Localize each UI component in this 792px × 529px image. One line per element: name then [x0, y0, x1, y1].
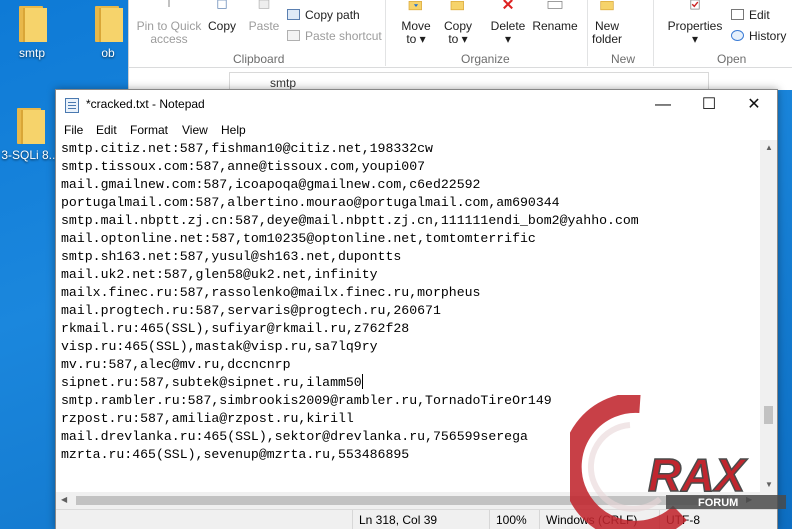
desktop-icon-label: 3-SQLi 8... — [1, 148, 59, 162]
properties-icon — [690, 0, 700, 10]
logo-text: RAX — [648, 449, 747, 501]
copy-path-icon — [287, 9, 300, 20]
copy-button[interactable]: Copy — [203, 0, 241, 33]
copy-icon — [217, 0, 227, 9]
text-line: smtp.mail.nbptt.zj.cn:587,deye@mail.nbpt… — [61, 213, 639, 228]
copy-to-button[interactable]: Copy to ▾ — [437, 1, 479, 46]
notepad-icon — [65, 98, 79, 113]
text-line: smtp.sh163.net:587,yusul@sh163.net,dupon… — [61, 249, 402, 264]
folder-icon — [15, 108, 45, 144]
text-line: mailx.finec.ru:587,rassolenko@mailx.fine… — [61, 285, 481, 300]
pin-quick-access-button[interactable]: Pin to Quick access — [131, 0, 207, 46]
file-explorer-window: Pin to Quick access Copy Paste Copy path… — [128, 0, 792, 92]
delete-button[interactable]: Delete ▾ — [485, 0, 531, 46]
ribbon-separator — [653, 0, 654, 66]
menu-format[interactable]: Format — [130, 123, 168, 137]
desktop-icon-label: ob — [101, 46, 115, 60]
rename-button[interactable]: Rename — [531, 1, 579, 33]
move-to-icon — [408, 1, 422, 11]
zoom-level: 100% — [489, 510, 539, 529]
menu-help[interactable]: Help — [221, 123, 246, 137]
history-icon — [731, 30, 744, 41]
edit-button[interactable]: Edit — [731, 8, 770, 22]
menu-edit[interactable]: Edit — [96, 123, 117, 137]
text-line: mzrta.ru:465(SSL),sevenup@mzrta.ru,55348… — [61, 447, 410, 462]
paste-shortcut-icon — [287, 30, 300, 41]
window-title: *cracked.txt - Notepad — [86, 97, 205, 111]
copy-to-icon — [450, 1, 464, 11]
text-line: visp.ru:465(SSL),mastak@visp.ru,sa7lq9ry — [61, 339, 378, 354]
close-button[interactable]: ✕ — [731, 90, 777, 120]
text-line: mail.progtech.ru:587,servaris@progtech.r… — [61, 303, 441, 318]
text-line: mail.gmailnew.com:587,icoapoqa@gmailnew.… — [61, 177, 481, 192]
title-bar[interactable]: *cracked.txt - Notepad — ☐ ✕ — [56, 90, 777, 120]
logo-subtext: FORUM — [698, 497, 738, 509]
text-line: mail.uk2.net:587,glen58@uk2.net,infinity — [61, 267, 378, 282]
text-line-current: sipnet.ru:587,subtek@sipnet.ru,ilamm50 — [61, 374, 363, 392]
paste-icon — [258, 0, 270, 9]
address-bar: smtp — [129, 68, 792, 92]
cursor-position: Ln 318, Col 39 — [352, 510, 492, 529]
history-button[interactable]: History — [731, 29, 786, 43]
desktop-folder-sqli[interactable]: 3-SQLi 8... — [0, 108, 60, 162]
scroll-up-icon[interactable]: ▲ — [765, 143, 773, 152]
menu-bar: File Edit Format View Help — [56, 120, 777, 140]
text-line: smtp.tissoux.com:587,anne@tissoux.com,yo… — [61, 159, 426, 174]
ribbon-separator — [385, 0, 386, 66]
minimize-button[interactable]: — — [640, 90, 686, 120]
delete-x-icon — [503, 0, 513, 10]
properties-button[interactable]: Properties ▾ — [665, 0, 725, 46]
organize-group-label: Organize — [461, 52, 510, 66]
text-line: portugalmail.com:587,albertino.mourao@po… — [61, 195, 560, 210]
text-line: smtp.rambler.ru:587,simbrookis2009@rambl… — [61, 393, 552, 408]
menu-view[interactable]: View — [182, 123, 208, 137]
desktop: smtp ob 3-SQLi 8... Pin to Quick access … — [0, 0, 792, 529]
desktop-folder-smtp[interactable]: smtp — [2, 6, 62, 60]
text-line: mail.drevlanka.ru:465(SSL),sektor@drevla… — [61, 429, 528, 444]
paste-button[interactable]: Paste — [245, 0, 283, 33]
text-line: mail.optonline.net:587,tom10235@optonlin… — [61, 231, 536, 246]
folder-icon — [93, 6, 123, 42]
text-line: rkmail.ru:465(SSL),sufiyar@rkmail.ru,z76… — [61, 321, 410, 336]
menu-file[interactable]: File — [64, 123, 83, 137]
clipboard-group-label: Clipboard — [233, 52, 285, 66]
rename-icon — [547, 1, 563, 9]
copy-path-button[interactable]: Copy path — [287, 8, 360, 22]
new-group-label: New — [611, 52, 636, 66]
text-line: mv.ru:587,alec@mv.ru,dccncnrp — [61, 357, 291, 372]
desktop-icon-label: smtp — [18, 46, 45, 60]
forum-logo-watermark: RAX FORUM — [570, 395, 786, 529]
new-folder-icon — [600, 1, 614, 11]
pin-icon — [168, 0, 170, 7]
text-caret — [361, 374, 363, 389]
text-line: rzpost.ru:587,amilia@rzpost.ru,kirill — [61, 411, 354, 426]
scroll-left-icon[interactable]: ◀ — [61, 495, 67, 504]
explorer-ribbon: Pin to Quick access Copy Paste Copy path… — [129, 0, 792, 68]
paste-shortcut-button[interactable]: Paste shortcut — [287, 29, 382, 43]
maximize-button[interactable]: ☐ — [686, 90, 732, 120]
new-folder-button[interactable]: New folder — [585, 1, 629, 46]
edit-icon — [731, 9, 744, 20]
move-to-button[interactable]: Move to ▾ — [395, 1, 437, 46]
open-group-label: Open — [717, 52, 747, 66]
current-line-text: sipnet.ru:587,subtek@sipnet.ru,ilamm50 — [61, 375, 362, 390]
folder-icon — [17, 6, 47, 42]
text-line: smtp.citiz.net:587,fishman10@citiz.net,1… — [61, 141, 433, 156]
